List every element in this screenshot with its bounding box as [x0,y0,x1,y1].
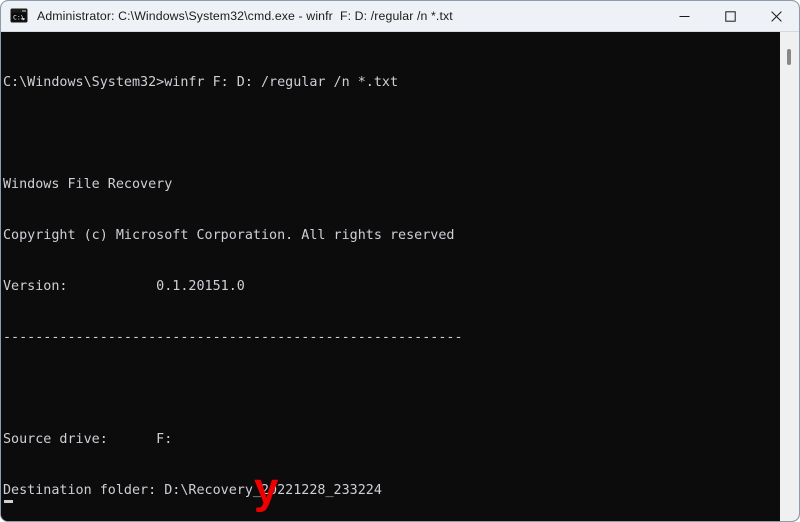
terminal-body[interactable]: C:\Windows\System32>winfr F: D: /regular… [1,32,799,521]
terminal-line: ----------------------------------------… [3,330,463,345]
close-button[interactable] [753,1,799,31]
vertical-scrollbar[interactable] [780,32,799,521]
scrollbar-thumb[interactable] [787,49,791,65]
title-bar[interactable]: C:\ Administrator: C:\Windows\System32\c… [1,1,799,32]
terminal-line: Source drive: F: [3,432,173,447]
terminal-line: Destination folder: D:\Recovery_20221228… [3,483,382,498]
cmd-console-icon: C:\ [10,7,28,25]
minimize-button[interactable] [661,1,707,31]
svg-text:C:\: C:\ [13,13,25,21]
terminal-line: C:\Windows\System32>winfr F: D: /regular… [3,75,399,90]
command-prompt-window: C:\ Administrator: C:\Windows\System32\c… [0,0,800,522]
terminal-line: Version: 0.1.20151.0 [3,279,245,294]
annotation-letter-y: y [254,464,279,513]
window-title: Administrator: C:\Windows\System32\cmd.e… [37,9,453,23]
text-cursor [4,500,13,503]
terminal-line: Copyright (c) Microsoft Corporation. All… [3,228,455,243]
terminal-output: C:\Windows\System32>winfr F: D: /regular… [1,32,779,521]
maximize-button[interactable] [707,1,753,31]
terminal-line: Windows File Recovery [3,177,173,192]
